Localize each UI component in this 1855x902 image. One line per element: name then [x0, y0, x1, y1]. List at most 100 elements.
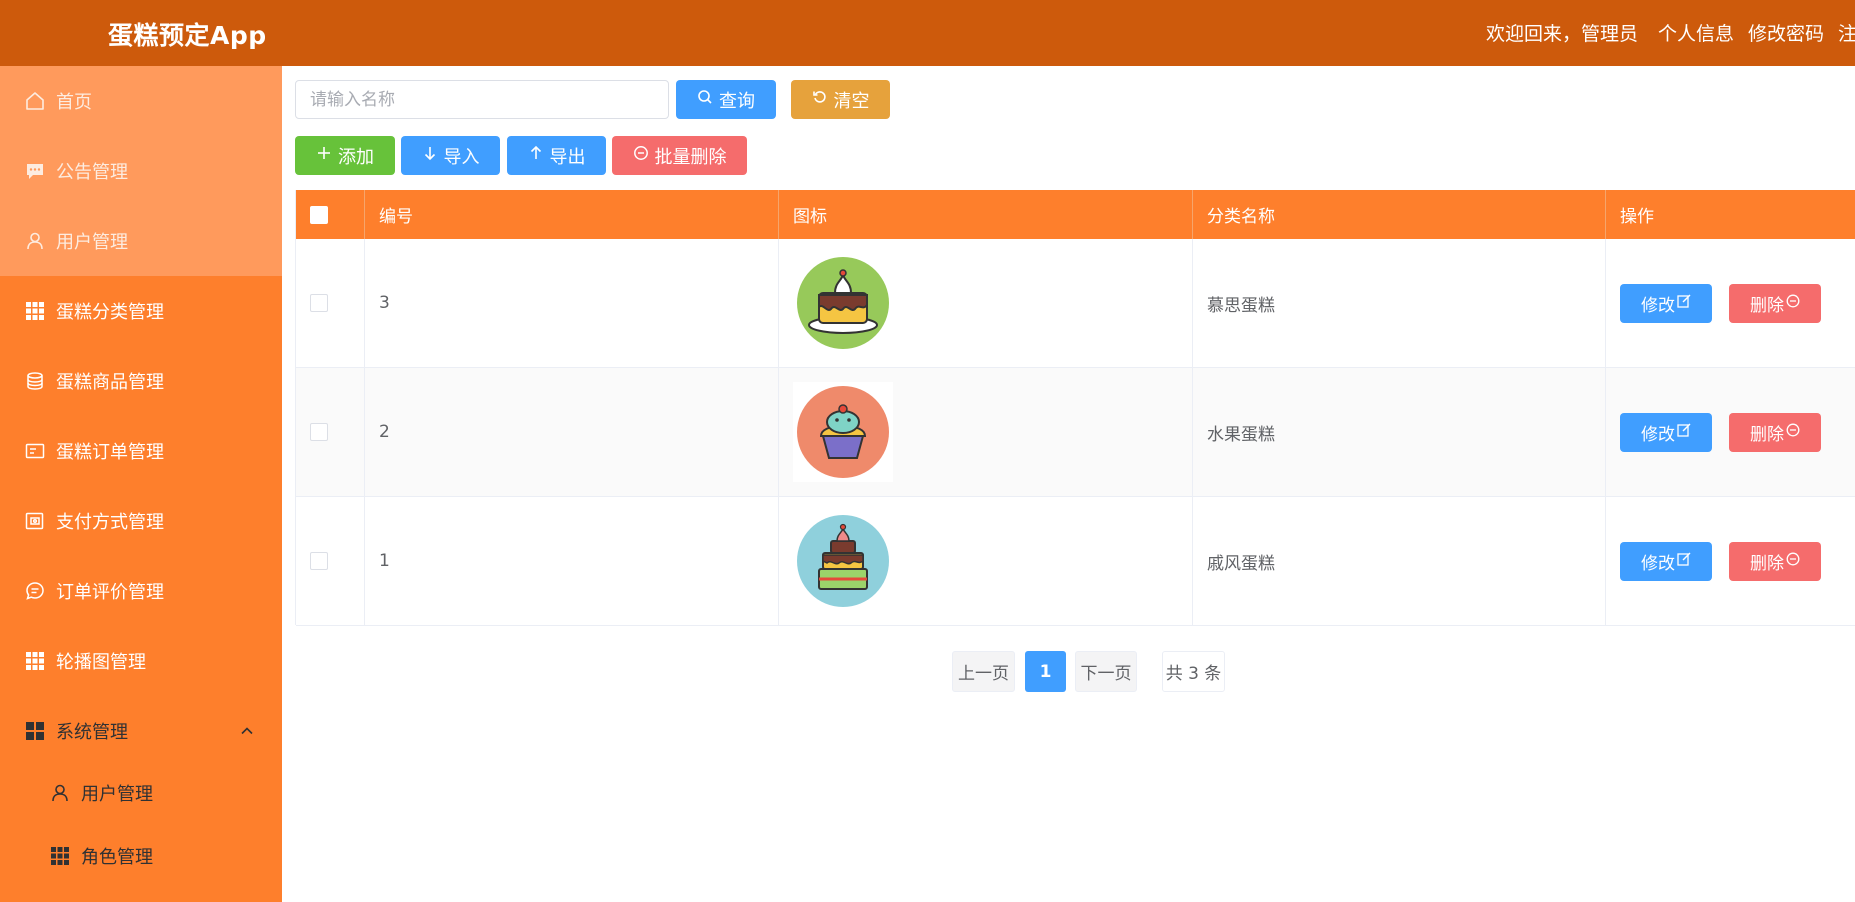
clear-button[interactable]: 清空	[791, 80, 890, 119]
header-actions: 欢迎回来，管理员 个人信息 修改密码 注销	[1486, 19, 1855, 45]
row-checkbox[interactable]	[310, 552, 328, 570]
sidebar-item-label: 蛋糕商品管理	[56, 372, 164, 393]
app-brand: 蛋糕预定App	[108, 21, 267, 50]
remove-icon	[1786, 551, 1800, 571]
sidebar-item-label: 蛋糕分类管理	[56, 302, 164, 323]
column-header-actions: 操作	[1620, 207, 1654, 227]
batch-delete-label: 批量删除	[654, 146, 727, 168]
sidebar-item-carousel[interactable]: 轮播图管理	[0, 626, 282, 696]
export-label: 导出	[549, 146, 586, 168]
database-icon	[24, 370, 46, 392]
grid-icon	[24, 300, 46, 322]
column-header-name: 分类名称	[1193, 190, 1606, 239]
select-all-checkbox[interactable]	[310, 205, 328, 224]
cupcake-image	[793, 382, 893, 482]
remove-icon	[1786, 422, 1800, 442]
logout-link[interactable]: 注销	[1838, 19, 1855, 45]
sidebar-item-cake-orders[interactable]: 蛋糕订单管理	[0, 416, 282, 486]
row-select-cell	[296, 497, 365, 625]
sidebar-subitem-users[interactable]: 用户管理	[0, 761, 282, 824]
profile-link[interactable]: 个人信息	[1658, 19, 1734, 45]
row-select-cell	[296, 239, 365, 367]
home-icon	[24, 90, 46, 112]
delete-label: 删除	[1750, 424, 1784, 445]
chat-icon	[24, 160, 46, 182]
row-id: 1	[365, 497, 779, 625]
remove-icon	[1786, 293, 1800, 313]
batch-delete-button[interactable]: 批量删除	[612, 136, 747, 175]
row-checkbox[interactable]	[310, 294, 328, 312]
edit-label: 修改	[1641, 424, 1675, 445]
search-input[interactable]	[295, 80, 669, 119]
next-page-button[interactable]: 下一页	[1075, 651, 1137, 692]
page-1-button[interactable]: 1	[1025, 651, 1066, 692]
sidebar-item-label: 用户管理	[56, 232, 128, 253]
column-header-icon: 图标	[779, 190, 1193, 239]
search-icon	[697, 89, 713, 110]
sidebar-item-payment[interactable]: 支付方式管理	[0, 486, 282, 556]
delete-button[interactable]: 删除	[1729, 283, 1821, 323]
sidebar-item-label: 角色管理	[81, 846, 153, 868]
sidebar-item-cake-goods[interactable]: 蛋糕商品管理	[0, 346, 282, 416]
edit-button[interactable]: 修改	[1620, 283, 1712, 323]
sidebar-item-label: 蛋糕订单管理	[56, 442, 164, 463]
wallet-icon	[24, 510, 46, 532]
sidebar-item-reviews[interactable]: 订单评价管理	[0, 556, 282, 626]
delete-button[interactable]: 删除	[1729, 541, 1821, 581]
layer-cake-image	[793, 511, 893, 611]
table-row: 3 慕思蛋糕 修改 删除	[296, 239, 1855, 368]
sidebar-item-label: 首页	[56, 92, 92, 113]
row-checkbox[interactable]	[310, 423, 328, 441]
table-row: 1 戚风蛋糕 修改 删除	[296, 497, 1855, 626]
category-table: 编号 图标 分类名称 操作 3 慕思蛋糕 修改 删除 2 水果蛋糕 修改 删除 …	[295, 190, 1855, 626]
table-row: 2 水果蛋糕 修改 删除	[296, 368, 1855, 497]
import-button[interactable]: 导入	[401, 136, 500, 175]
tickets-icon	[24, 440, 46, 462]
edit-button[interactable]: 修改	[1620, 541, 1712, 581]
table-header: 编号 图标 分类名称 操作	[296, 190, 1855, 239]
user-icon	[49, 782, 71, 804]
sidebar-item-cake-category[interactable]: 蛋糕分类管理	[0, 276, 282, 346]
edit-label: 修改	[1641, 553, 1675, 574]
column-header-id: 编号	[365, 190, 779, 239]
sidebar-item-label: 用户管理	[81, 783, 153, 805]
sidebar: 首页 公告管理 用户管理 蛋糕分类管理 蛋糕商品管理 蛋糕订单管理 支付方式管理…	[0, 66, 282, 902]
arrow-down-icon	[422, 145, 438, 166]
row-category-name: 戚风蛋糕	[1193, 497, 1606, 625]
query-button[interactable]: 查询	[676, 80, 776, 119]
query-label: 查询	[719, 90, 755, 112]
edit-button[interactable]: 修改	[1620, 412, 1712, 452]
plus-icon	[316, 145, 332, 166]
prev-page-button[interactable]: 上一页	[952, 651, 1015, 692]
row-select-cell	[296, 368, 365, 496]
sidebar-item-label: 系统管理	[56, 722, 128, 743]
sidebar-item-users[interactable]: 用户管理	[0, 206, 282, 276]
sidebar-item-system[interactable]: 系统管理	[0, 696, 282, 766]
clear-label: 清空	[833, 90, 870, 112]
row-actions: 修改 删除	[1606, 239, 1855, 367]
sidebar-item-home[interactable]: 首页	[0, 66, 282, 136]
row-id: 2	[365, 368, 779, 496]
row-icon-cell	[779, 497, 1193, 625]
add-label: 添加	[338, 146, 374, 168]
top-header: 蛋糕预定App 欢迎回来，管理员 个人信息 修改密码 注销	[0, 0, 1855, 66]
grid-icon	[49, 845, 71, 867]
grid-icon	[24, 650, 46, 672]
change-password-link[interactable]: 修改密码	[1748, 19, 1824, 45]
sidebar-item-label: 公告管理	[56, 162, 128, 183]
sidebar-subitem-roles[interactable]: 角色管理	[0, 824, 282, 887]
row-category-name: 慕思蛋糕	[1193, 239, 1606, 367]
edit-icon	[1677, 293, 1691, 313]
delete-button[interactable]: 删除	[1729, 412, 1821, 452]
row-actions: 修改 删除	[1606, 497, 1855, 625]
sidebar-item-label: 支付方式管理	[56, 512, 164, 533]
add-button[interactable]: 添加	[295, 136, 395, 175]
arrow-up-icon	[528, 145, 544, 166]
sidebar-item-label: 订单评价管理	[56, 582, 164, 603]
sidebar-item-notice[interactable]: 公告管理	[0, 136, 282, 206]
export-button[interactable]: 导出	[507, 136, 606, 175]
refresh-icon	[812, 89, 828, 110]
remove-icon	[633, 145, 649, 166]
edit-icon	[1677, 551, 1691, 571]
row-icon-cell	[779, 368, 1193, 496]
